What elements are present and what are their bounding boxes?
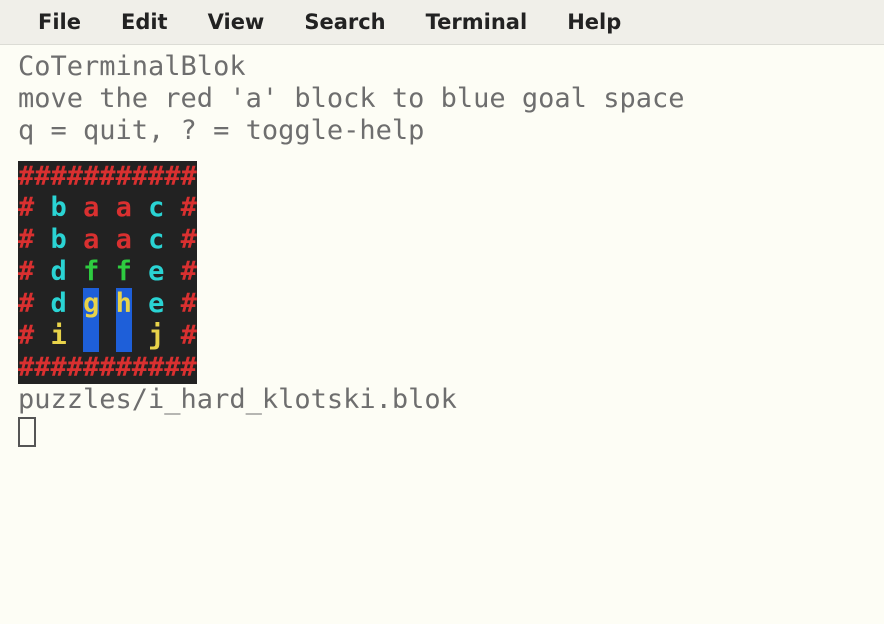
board-row: # b a a c # <box>18 224 197 256</box>
board-cell-empty <box>164 256 180 288</box>
board-cell-empty <box>67 192 83 224</box>
board-cell-wall: ########### <box>18 352 197 384</box>
board-cell-empty <box>164 224 180 256</box>
board-cell-f: f <box>83 256 99 288</box>
app-title: CoTerminalBlok <box>18 51 884 83</box>
board-row: # b a a c # <box>18 192 197 224</box>
board-row: ########### <box>18 352 197 384</box>
board-cell-empty <box>164 320 180 352</box>
board-cell-empty <box>132 256 148 288</box>
instruction-line: move the red 'a' block to blue goal spac… <box>18 83 884 115</box>
board-cell-wall: # <box>18 256 34 288</box>
board-cell-empty <box>164 288 180 320</box>
board-row: # d g h e # <box>18 288 197 320</box>
board-cell-empty <box>99 320 115 352</box>
board-row: ########### <box>18 161 197 193</box>
board-cell-wall: # <box>181 288 197 320</box>
board-cell-wall: # <box>18 224 34 256</box>
board-cell-c: c <box>148 224 164 256</box>
menu-file[interactable]: File <box>18 6 101 38</box>
board-cell-wall: ########### <box>18 161 197 193</box>
board-cell-empty <box>99 224 115 256</box>
board-cell-empty <box>34 256 50 288</box>
board-cell-d: d <box>51 288 67 320</box>
board-cell-g: g <box>83 288 99 320</box>
board-cell-wall: # <box>181 192 197 224</box>
board-cell-a: a <box>83 192 99 224</box>
board-cell-b: b <box>51 224 67 256</box>
keys-line: q = quit, ? = toggle-help <box>18 115 884 147</box>
board-cell-empty <box>67 288 83 320</box>
board-row: # i j # <box>18 320 197 352</box>
board-cell-empty <box>132 224 148 256</box>
menu-view[interactable]: View <box>188 6 285 38</box>
board-cell-wall: # <box>18 288 34 320</box>
board-cell-wall: # <box>181 256 197 288</box>
board-cell-d: d <box>51 256 67 288</box>
board-cell-wall: # <box>181 224 197 256</box>
board-cell-empty <box>99 288 115 320</box>
menu-edit[interactable]: Edit <box>101 6 188 38</box>
board-cell-wall: # <box>18 320 34 352</box>
board-cell-f: f <box>116 256 132 288</box>
board-cell-empty <box>116 320 132 352</box>
board-cell-empty <box>67 256 83 288</box>
board-cell-j: j <box>148 320 164 352</box>
file-path: puzzles/i_hard_klotski.blok <box>0 384 884 416</box>
board-cell-a: a <box>116 224 132 256</box>
menu-search[interactable]: Search <box>284 6 405 38</box>
board-cell-empty <box>132 192 148 224</box>
board-cell-empty <box>83 320 99 352</box>
board-cell-empty <box>34 288 50 320</box>
board-cell-empty <box>67 320 83 352</box>
terminal-cursor[interactable] <box>18 417 36 447</box>
board-cell-empty <box>67 224 83 256</box>
board-cell-empty <box>132 288 148 320</box>
terminal-output: CoTerminalBlok move the red 'a' block to… <box>0 45 884 384</box>
board-cell-empty <box>164 192 180 224</box>
board-cell-empty <box>99 256 115 288</box>
board-cell-e: e <box>148 256 164 288</box>
board-cell-a: a <box>83 224 99 256</box>
board-cell-empty <box>34 320 50 352</box>
board-cell-empty <box>99 192 115 224</box>
menubar: FileEditViewSearchTerminalHelp <box>0 0 884 45</box>
board-cell-b: b <box>51 192 67 224</box>
board-cell-wall: # <box>181 320 197 352</box>
board-cell-empty <box>132 320 148 352</box>
board-cell-wall: # <box>18 192 34 224</box>
board-cell-i: i <box>51 320 67 352</box>
board-cell-empty <box>34 192 50 224</box>
menu-terminal[interactable]: Terminal <box>406 6 548 38</box>
board-cell-h: h <box>116 288 132 320</box>
menu-help[interactable]: Help <box>547 6 641 38</box>
board-cell-c: c <box>148 192 164 224</box>
board-row: # d f f e # <box>18 256 197 288</box>
board-cell-a: a <box>116 192 132 224</box>
board-cell-empty <box>34 224 50 256</box>
game-board[interactable]: ############ b a a c ## b a a c ## d f f… <box>18 161 197 384</box>
board-cell-e: e <box>148 288 164 320</box>
